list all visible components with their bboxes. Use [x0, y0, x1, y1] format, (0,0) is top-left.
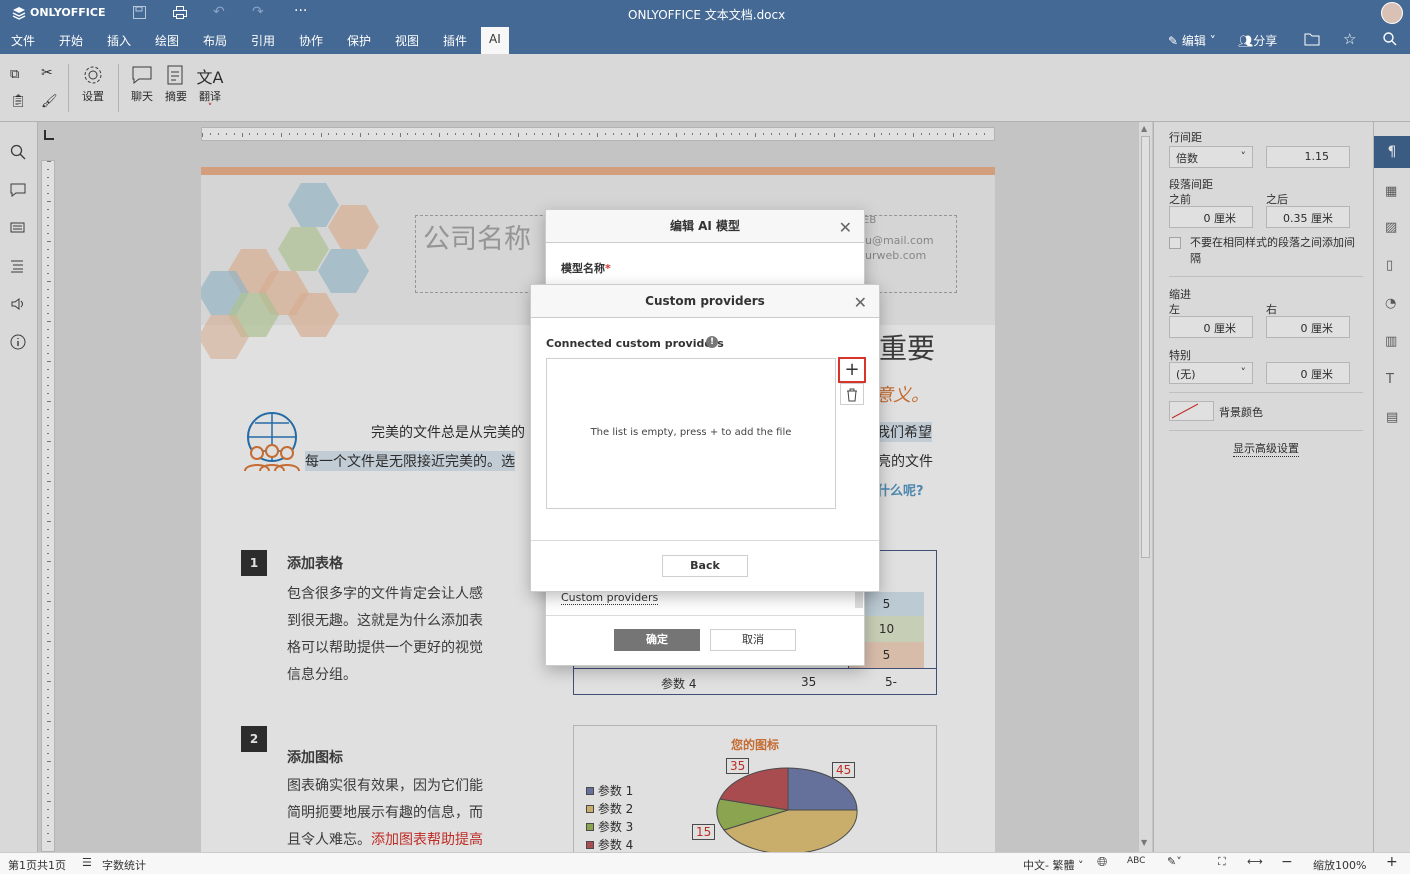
open-location-icon[interactable] — [1304, 32, 1320, 49]
zoom-in-icon[interactable]: + — [1386, 854, 1398, 870]
page-count[interactable]: 第1页共1页 — [8, 857, 66, 873]
undo-icon[interactable]: ↶ — [213, 4, 225, 20]
redo-icon[interactable]: ↷ — [252, 4, 264, 20]
close-icon[interactable]: ✕ — [854, 293, 867, 312]
document-title: ONLYOFFICE 文本文档.docx — [628, 8, 786, 22]
tab-references[interactable]: 引用 — [251, 32, 275, 49]
favorite-icon[interactable]: ☆ — [1343, 30, 1356, 48]
zoom-out-icon[interactable]: − — [1281, 854, 1293, 870]
tab-insert[interactable]: 插入 — [107, 32, 131, 49]
custom-providers-dialog: Custom providers ✕ Connected custom prov… — [530, 284, 880, 592]
word-count-icon[interactable]: ☰ — [82, 856, 92, 869]
providers-list[interactable]: The list is empty, press + to add the fi… — [546, 358, 836, 509]
close-icon[interactable]: ✕ — [839, 218, 852, 237]
edit-label: 编辑 — [1181, 34, 1206, 48]
tab-collaboration[interactable]: 协作 — [299, 32, 323, 49]
save-icon[interactable] — [132, 5, 147, 23]
avatar[interactable] — [1381, 2, 1403, 24]
cancel-button[interactable]: 取消 — [710, 629, 796, 651]
language-select[interactable]: 中文- 繁體 ˅ — [1023, 857, 1083, 873]
tab-view[interactable]: 视图 — [395, 32, 419, 49]
zoom-level[interactable]: 缩放100% — [1313, 857, 1366, 873]
share-button[interactable]: 👥︎分享 — [1238, 32, 1277, 49]
tab-home[interactable]: 开始 — [59, 32, 83, 49]
divider — [531, 540, 879, 541]
edit-mode-button[interactable]: ✎ 编辑 ˅ — [1168, 32, 1216, 49]
info-icon[interactable]: ! — [706, 336, 718, 348]
add-provider-button[interactable]: + — [838, 357, 866, 383]
model-name-label-text: 模型名称 — [561, 262, 605, 275]
tab-draw[interactable]: 绘图 — [155, 32, 179, 49]
fit-width-icon[interactable]: ⟷ — [1247, 855, 1263, 868]
language-value: 中文- 繁體 — [1023, 859, 1075, 872]
tab-file[interactable]: 文件 — [11, 32, 35, 49]
connected-providers-label: Connected custom providers — [546, 337, 724, 350]
ok-button[interactable]: 确定 — [614, 629, 700, 651]
required-mark: * — [605, 262, 611, 275]
custom-providers-link[interactable]: Custom providers — [561, 591, 659, 605]
spellcheck-icon[interactable]: ABC — [1127, 856, 1145, 866]
back-button[interactable]: Back — [662, 555, 748, 577]
users-icon: 👥︎ — [1238, 34, 1254, 48]
menu-bar: 文件 开始 插入 绘图 布局 引用 协作 保护 视图 插件 AI ✎ 编辑 ˅ … — [0, 27, 1410, 54]
app-logo-text: ONLYOFFICE — [30, 6, 106, 19]
tab-ai[interactable]: AI — [481, 27, 509, 54]
tab-plugins[interactable]: 插件 — [443, 32, 467, 49]
word-count-label[interactable]: 字数统计 — [102, 857, 146, 873]
dialog-title: 编辑 AI 模型 — [546, 210, 864, 243]
pencil-icon: ✎ — [1168, 34, 1179, 48]
empty-list-text: The list is empty, press + to add the fi… — [590, 427, 792, 438]
divider — [546, 615, 864, 616]
plus-icon: + — [844, 359, 860, 380]
dialog-title: Custom providers — [531, 285, 879, 318]
status-bar: 第1页共1页 ☰ 字数统计 中文- 繁體 ˅ 🌐︎ ABC ✎˅ ⛶ ⟷ − 缩… — [0, 852, 1410, 874]
trash-icon — [847, 388, 857, 402]
tab-protection[interactable]: 保护 — [347, 32, 371, 49]
more-icon[interactable]: ··· — [294, 3, 307, 19]
search-icon[interactable] — [1383, 32, 1397, 49]
fit-page-icon[interactable]: ⛶ — [1218, 855, 1226, 869]
globe-icon[interactable]: 🌐︎ — [1097, 855, 1107, 870]
share-label: 分享 — [1253, 34, 1278, 48]
tab-layout[interactable]: 布局 — [203, 32, 227, 49]
title-bar: ONLYOFFICE ↶ ↷ ··· ONLYOFFICE 文本文档.docx — [0, 0, 1410, 27]
print-icon[interactable] — [172, 5, 188, 23]
onlyoffice-logo-icon — [12, 6, 26, 23]
track-changes-icon[interactable]: ✎˅ — [1167, 855, 1182, 868]
delete-provider-button[interactable] — [840, 383, 864, 405]
model-name-label: 模型名称* — [561, 260, 611, 276]
